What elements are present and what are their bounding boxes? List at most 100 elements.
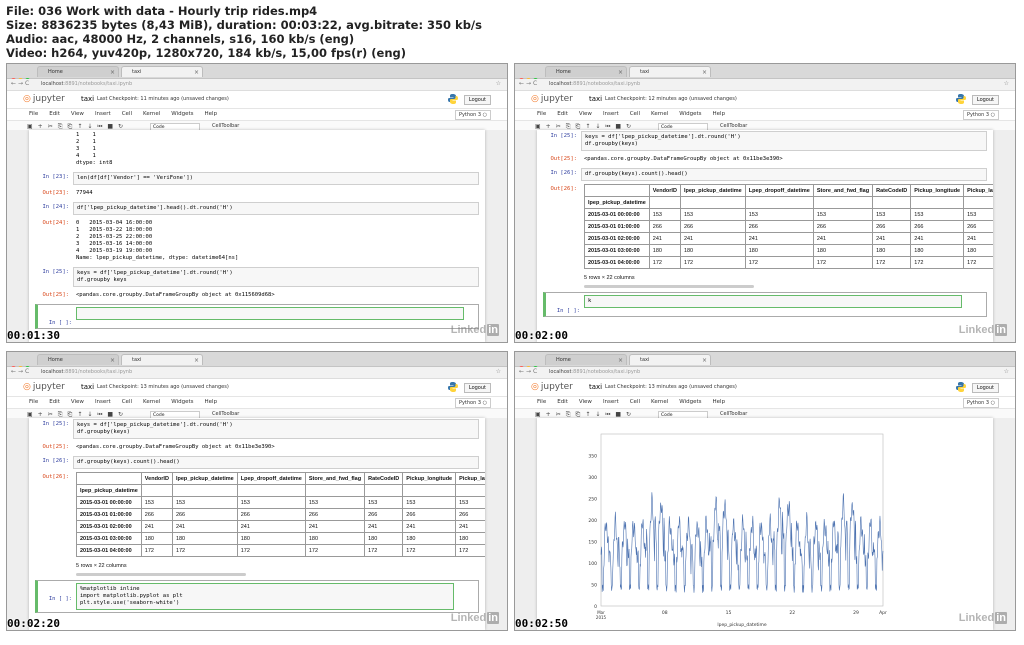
horizontal-scrollbar[interactable] [76, 573, 246, 576]
code-cell-25[interactable]: keys = df['lpep_pickup_datetime'].dt.rou… [73, 419, 479, 439]
menu-help[interactable]: Help [205, 111, 218, 117]
notebook-name[interactable]: taxi [81, 95, 94, 103]
menu-widgets[interactable]: Widgets [171, 111, 193, 117]
nav-arrows-icon[interactable]: ←→C [11, 80, 31, 87]
dataframe-table: VendorID lpep_pickup_datetime Lpep_dropoff… [584, 184, 993, 269]
horizontal-scrollbar[interactable] [584, 285, 754, 288]
address-bar[interactable]: ←→C localhost:8891/notebooks/taxi.ipynb … [515, 367, 1015, 379]
active-cell[interactable]: In [ ]: k [543, 292, 987, 317]
output-25: <pandas.core.groupby.DataFrameGroupBy ob… [584, 156, 783, 162]
star-icon[interactable]: ☆ [496, 368, 501, 375]
menu-widgets[interactable]: Widgets [679, 399, 701, 405]
address-bar[interactable]: ←→C localhost:8891/notebooks/taxi.ipynb … [7, 367, 507, 379]
menu-cell[interactable]: Cell [122, 111, 132, 117]
active-cell[interactable]: In [ ]: %matplotlib inline import matplot… [35, 580, 479, 613]
tab-home[interactable]: Home × [37, 354, 119, 365]
code-cell-25[interactable]: keys = df['lpep_pickup_datetime'].dt.rou… [73, 267, 479, 287]
menu-insert[interactable]: Insert [95, 111, 111, 117]
close-icon[interactable]: × [194, 67, 199, 78]
menu-insert[interactable]: Insert [95, 399, 111, 405]
jupyter-logo[interactable]: ◎ jupyter [531, 94, 573, 104]
tab-taxi[interactable]: taxi × [629, 354, 711, 365]
address-bar[interactable]: ←→C localhost:8891/notebooks/taxi.ipynb … [515, 79, 1015, 91]
jupyter-logo[interactable]: ◎ jupyter [531, 382, 573, 392]
table-cell: 153 [872, 208, 912, 221]
logout-button[interactable]: Logout [463, 383, 491, 393]
menu-cell[interactable]: Cell [630, 399, 640, 405]
menu-kernel[interactable]: Kernel [651, 111, 668, 117]
menu-view[interactable]: View [579, 399, 592, 405]
menu-file[interactable]: File [537, 399, 546, 405]
star-icon[interactable]: ☆ [496, 80, 501, 87]
python-icon [956, 94, 966, 104]
tab-home[interactable]: Home × [545, 66, 627, 77]
celltoolbar-button[interactable]: CellToolbar [212, 411, 239, 417]
menu-edit[interactable]: Edit [49, 111, 60, 117]
tab-taxi[interactable]: taxi × [121, 354, 203, 365]
jupyter-logo[interactable]: ◎ jupyter [23, 94, 65, 104]
menu-widgets[interactable]: Widgets [679, 111, 701, 117]
code-editor[interactable]: k [584, 295, 962, 308]
table-cell: 172 [648, 256, 681, 269]
celltoolbar-button[interactable]: CellToolbar [212, 123, 239, 129]
close-icon[interactable]: × [618, 67, 623, 78]
table-cell: 180 [910, 244, 965, 257]
notebook-area: 1 1 2 1 3 1 4 1 dtype: int8 In [23]: len(… [7, 130, 507, 342]
menu-help[interactable]: Help [713, 111, 726, 117]
menu-file[interactable]: File [537, 111, 546, 117]
code-cell-26[interactable]: df.groupby(keys).count().head() [581, 168, 987, 181]
nav-arrows-icon[interactable]: ←→C [11, 368, 31, 375]
notebook-name[interactable]: taxi [589, 95, 602, 103]
close-icon[interactable]: × [110, 67, 115, 78]
tab-taxi[interactable]: taxi × [121, 66, 203, 77]
notebook-name[interactable]: taxi [81, 383, 94, 391]
close-icon[interactable]: × [702, 355, 707, 366]
menu-insert[interactable]: Insert [603, 111, 619, 117]
menu-help[interactable]: Help [205, 399, 218, 405]
table-row: 2015-03-01 04:00:00 172 172 172 172 172 172 172 [584, 256, 993, 269]
menu-file[interactable]: File [29, 399, 38, 405]
address-bar[interactable]: ←→C localhost:8891/notebooks/taxi.ipynb … [7, 79, 507, 91]
logout-button[interactable]: Logout [463, 95, 491, 105]
menu-view[interactable]: View [71, 399, 84, 405]
close-icon[interactable]: × [618, 355, 623, 366]
menu-view[interactable]: View [71, 111, 84, 117]
close-icon[interactable]: × [194, 355, 199, 366]
logout-button[interactable]: Logout [971, 95, 999, 105]
menu-cell[interactable]: Cell [122, 399, 132, 405]
menu-widgets[interactable]: Widgets [171, 399, 193, 405]
menu-edit[interactable]: Edit [557, 399, 568, 405]
logout-button[interactable]: Logout [971, 383, 999, 393]
celltoolbar-button[interactable]: CellToolbar [720, 411, 747, 417]
tab-home[interactable]: Home × [37, 66, 119, 77]
menu-edit[interactable]: Edit [557, 111, 568, 117]
active-cell[interactable]: In [ ]: [35, 304, 479, 329]
menu-kernel[interactable]: Kernel [143, 399, 160, 405]
menu-file[interactable]: File [29, 111, 38, 117]
star-icon[interactable]: ☆ [1004, 368, 1009, 375]
nav-arrows-icon[interactable]: ←→C [519, 368, 539, 375]
menu-kernel[interactable]: Kernel [143, 111, 160, 117]
menu-view[interactable]: View [579, 111, 592, 117]
code-editor[interactable]: %matplotlib inline import matplotlib.pyp… [76, 583, 454, 610]
tab-taxi[interactable]: taxi × [629, 66, 711, 77]
menu-kernel[interactable]: Kernel [651, 399, 668, 405]
code-cell-25[interactable]: keys = df['lpep_pickup_datetime'].dt.rou… [581, 131, 987, 151]
close-icon[interactable]: × [702, 67, 707, 78]
menu-cell[interactable]: Cell [630, 111, 640, 117]
menu-insert[interactable]: Insert [603, 399, 619, 405]
nav-arrows-icon[interactable]: ←→C [519, 80, 539, 87]
code-editor[interactable] [76, 307, 464, 320]
close-icon[interactable]: × [110, 355, 115, 366]
code-cell-23[interactable]: len(df[df['Vendor'] == 'VeriFone']) [73, 172, 479, 185]
celltoolbar-button[interactable]: CellToolbar [720, 123, 747, 129]
code-cell-24[interactable]: df['lpep_pickup_datetime'].head().dt.rou… [73, 202, 479, 215]
tab-home[interactable]: Home × [545, 354, 627, 365]
menu-edit[interactable]: Edit [49, 399, 60, 405]
menu-items: File Edit View Insert Cell Kernel Widgets Help [537, 111, 736, 117]
code-cell-26[interactable]: df.groupby(keys).count().head() [73, 456, 479, 469]
jupyter-logo[interactable]: ◎ jupyter [23, 382, 65, 392]
star-icon[interactable]: ☆ [1004, 80, 1009, 87]
menu-help[interactable]: Help [713, 399, 726, 405]
notebook-name[interactable]: taxi [589, 383, 602, 391]
